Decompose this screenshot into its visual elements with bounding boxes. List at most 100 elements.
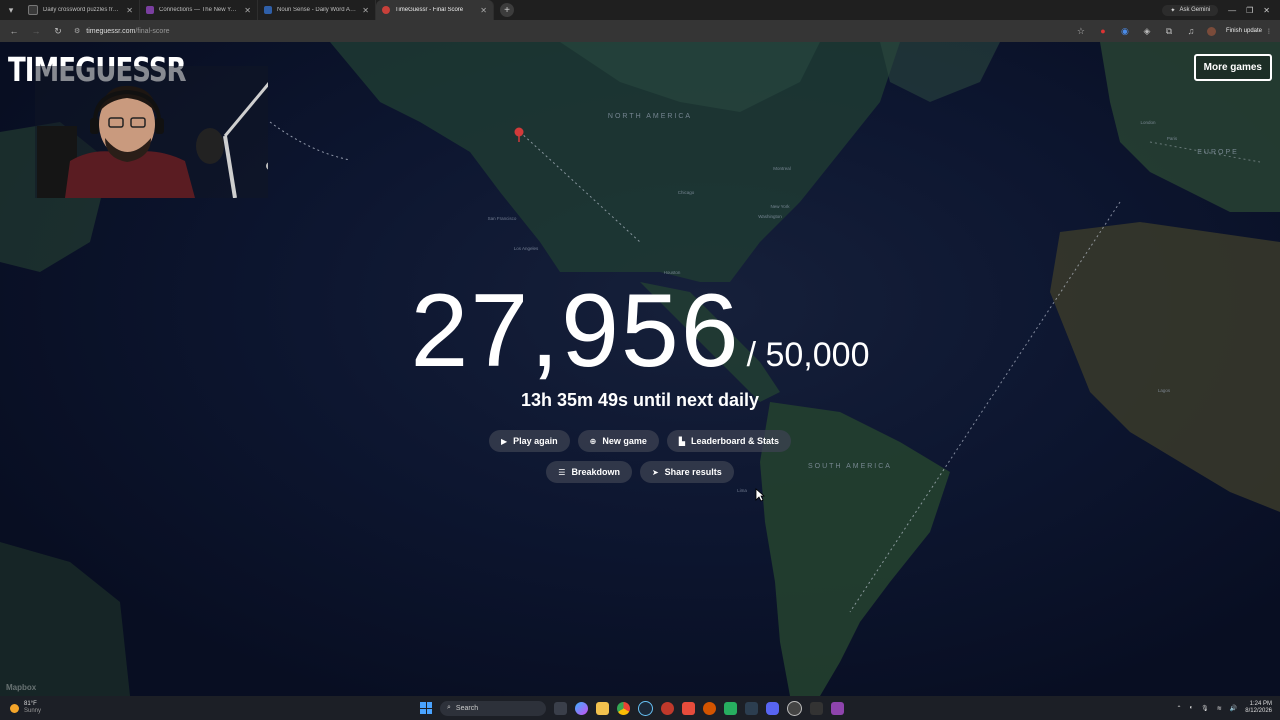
tab-title: Daily crossword puzzles free fr... xyxy=(43,7,122,13)
weather-widget[interactable]: 81°F Sunny xyxy=(0,701,41,715)
finish-update-button[interactable]: Finish update ⋮ xyxy=(1226,28,1272,35)
minimize-icon[interactable]: — xyxy=(1228,6,1236,15)
tab-close-icon[interactable]: ✕ xyxy=(480,6,487,15)
media-control-icon[interactable]: ♫ xyxy=(1185,26,1197,36)
url-path: /final-score xyxy=(135,27,170,35)
close-window-icon[interactable]: ✕ xyxy=(1263,6,1270,15)
leaderboard-label: Leaderboard & Stats xyxy=(691,436,780,446)
app-icon[interactable] xyxy=(682,701,695,715)
label-europe: EUROPE xyxy=(1197,149,1239,156)
leaderboard-button[interactable]: ▙ Leaderboard & Stats xyxy=(666,430,792,452)
windows-start-icon[interactable] xyxy=(420,702,432,714)
play-icon: ▶ xyxy=(500,436,508,446)
tab-favicon-icon xyxy=(28,5,38,15)
app-icon[interactable] xyxy=(810,701,823,715)
app-icon[interactable] xyxy=(661,701,674,715)
send-icon: ➤ xyxy=(651,467,659,477)
play-again-label: Play again xyxy=(513,436,558,446)
southwest-landmass xyxy=(0,542,130,696)
new-game-label: New game xyxy=(602,436,647,446)
microphone-icon[interactable]: 🎙 xyxy=(1201,705,1209,712)
breakdown-button[interactable]: ☰ Breakdown xyxy=(546,461,632,483)
browser-tab[interactable]: Daily crossword puzzles free fr... ✕ xyxy=(22,0,140,20)
taskbar-search-placeholder: Search xyxy=(455,704,479,712)
maximize-icon[interactable]: ❐ xyxy=(1246,6,1253,15)
extension-icon[interactable]: ◈ xyxy=(1141,26,1153,37)
profile-avatar[interactable] xyxy=(1206,26,1216,36)
score-value: 27,956 xyxy=(410,273,741,389)
primary-actions: ▶ Play again ⊕ New game ▙ Leaderboard & … xyxy=(0,430,1280,452)
label-city: Washington xyxy=(758,214,782,219)
tab-close-icon[interactable]: ✕ xyxy=(362,6,369,15)
label-city: Montreal xyxy=(773,166,791,171)
label-north-america: NORTH AMERICA xyxy=(608,113,692,120)
chrome-icon[interactable] xyxy=(617,701,630,715)
copilot-icon[interactable] xyxy=(575,701,588,715)
wifi-icon[interactable]: ≋ xyxy=(1217,705,1222,712)
extensions-puzzle-icon[interactable]: ⧉ xyxy=(1163,26,1175,37)
final-score: 27,956/ 50,000 xyxy=(0,272,1280,391)
search-icon: ⌕ xyxy=(447,704,451,711)
tray-chevron-icon[interactable]: ⌃ xyxy=(1177,705,1182,712)
podium-icon: ▙ xyxy=(678,436,686,446)
task-view-icon[interactable] xyxy=(554,701,567,715)
label-city: Los Angeles xyxy=(514,246,539,251)
ask-gemini-button[interactable]: ✦ Ask Gemini xyxy=(1162,4,1219,16)
taskbar-search-input[interactable]: ⌕ Search xyxy=(440,700,546,716)
app-icon[interactable] xyxy=(703,701,716,715)
volume-icon[interactable]: 🔊 xyxy=(1230,705,1237,712)
back-icon[interactable]: ← xyxy=(8,26,20,36)
list-icon: ☰ xyxy=(558,467,566,477)
label-city: Chicago xyxy=(678,190,695,195)
secondary-actions: ☰ Breakdown ➤ Share results xyxy=(0,461,1280,483)
play-again-button[interactable]: ▶ Play again xyxy=(488,430,570,452)
greenland-landmass xyxy=(880,42,1000,102)
tab-favicon-icon xyxy=(264,6,272,14)
new-tab-button[interactable]: + xyxy=(500,3,514,17)
extension-icon[interactable]: ◉ xyxy=(1119,26,1131,37)
tab-title: Connections — The New York... xyxy=(159,7,240,13)
share-results-label: Share results xyxy=(664,467,722,477)
next-daily-countdown: 13h 35m 49s until next daily xyxy=(520,390,760,410)
app-icon[interactable] xyxy=(745,701,758,715)
more-games-button[interactable]: More games xyxy=(1193,54,1272,81)
menu-dots-icon: ⋮ xyxy=(1266,28,1272,35)
share-results-button[interactable]: ➤ Share results xyxy=(639,461,734,483)
mapbox-attribution[interactable]: Mapbox xyxy=(6,683,36,692)
reload-icon[interactable]: ↻ xyxy=(52,26,64,37)
gemini-sparkle-icon: ✦ xyxy=(1170,7,1176,14)
taskbar-clock[interactable]: 1:24 PM 8/12/2026 xyxy=(1245,701,1272,715)
streamer-webcam-image xyxy=(35,66,268,198)
extension-icon[interactable]: ● xyxy=(1097,26,1109,36)
discord-icon[interactable] xyxy=(766,701,779,715)
tray-app-icon[interactable]: ◐ xyxy=(1190,705,1194,711)
file-explorer-icon[interactable] xyxy=(596,701,609,715)
site-info-icon[interactable]: ⚙ xyxy=(74,27,80,35)
bookmark-star-icon[interactable]: ☆ xyxy=(1075,26,1087,37)
tab-close-icon[interactable]: ✕ xyxy=(244,6,251,15)
sun-icon xyxy=(10,703,19,713)
browser-tab-active[interactable]: TimeGuessr - Final Score ✕ xyxy=(376,0,494,20)
forward-icon[interactable]: → xyxy=(30,26,42,36)
breakdown-label: Breakdown xyxy=(571,467,620,477)
taskbar-apps: ⌕ Search xyxy=(420,696,844,720)
obs-icon[interactable] xyxy=(787,700,802,716)
new-game-button[interactable]: ⊕ New game xyxy=(577,430,659,452)
final-score-page: NORTH AMERICA SOUTH AMERICA EUROPE San F… xyxy=(0,42,1280,696)
browser-tab[interactable]: Noun Sense - Daily Word Asso... ✕ xyxy=(258,0,376,20)
label-city: Lima xyxy=(737,488,747,493)
plus-circle-icon: ⊕ xyxy=(589,436,597,446)
webcam-overlay xyxy=(35,66,268,198)
snipping-tool-icon[interactable] xyxy=(831,701,844,715)
clock-time: 1:24 PM xyxy=(1249,701,1272,707)
system-tray: ⌃ ◐ 🎙 ≋ 🔊 1:24 PM 8/12/2026 xyxy=(1177,696,1273,720)
tab-search-icon[interactable]: ▾ xyxy=(0,0,22,20)
steam-icon[interactable] xyxy=(638,700,653,716)
url-host: timeguessr.com xyxy=(86,27,136,35)
app-icon[interactable] xyxy=(724,701,737,715)
browser-tab[interactable]: Connections — The New York... ✕ xyxy=(140,0,258,20)
label-city: New York xyxy=(770,204,790,209)
address-bar[interactable]: ⚙ timeguessr.com/final-score xyxy=(74,27,170,36)
os-taskbar: 81°F Sunny ⌕ Search ⌃ ◐ 🎙 ≋ 🔊 1:24 PM 8/1… xyxy=(0,696,1280,720)
tab-close-icon[interactable]: ✕ xyxy=(126,6,133,15)
